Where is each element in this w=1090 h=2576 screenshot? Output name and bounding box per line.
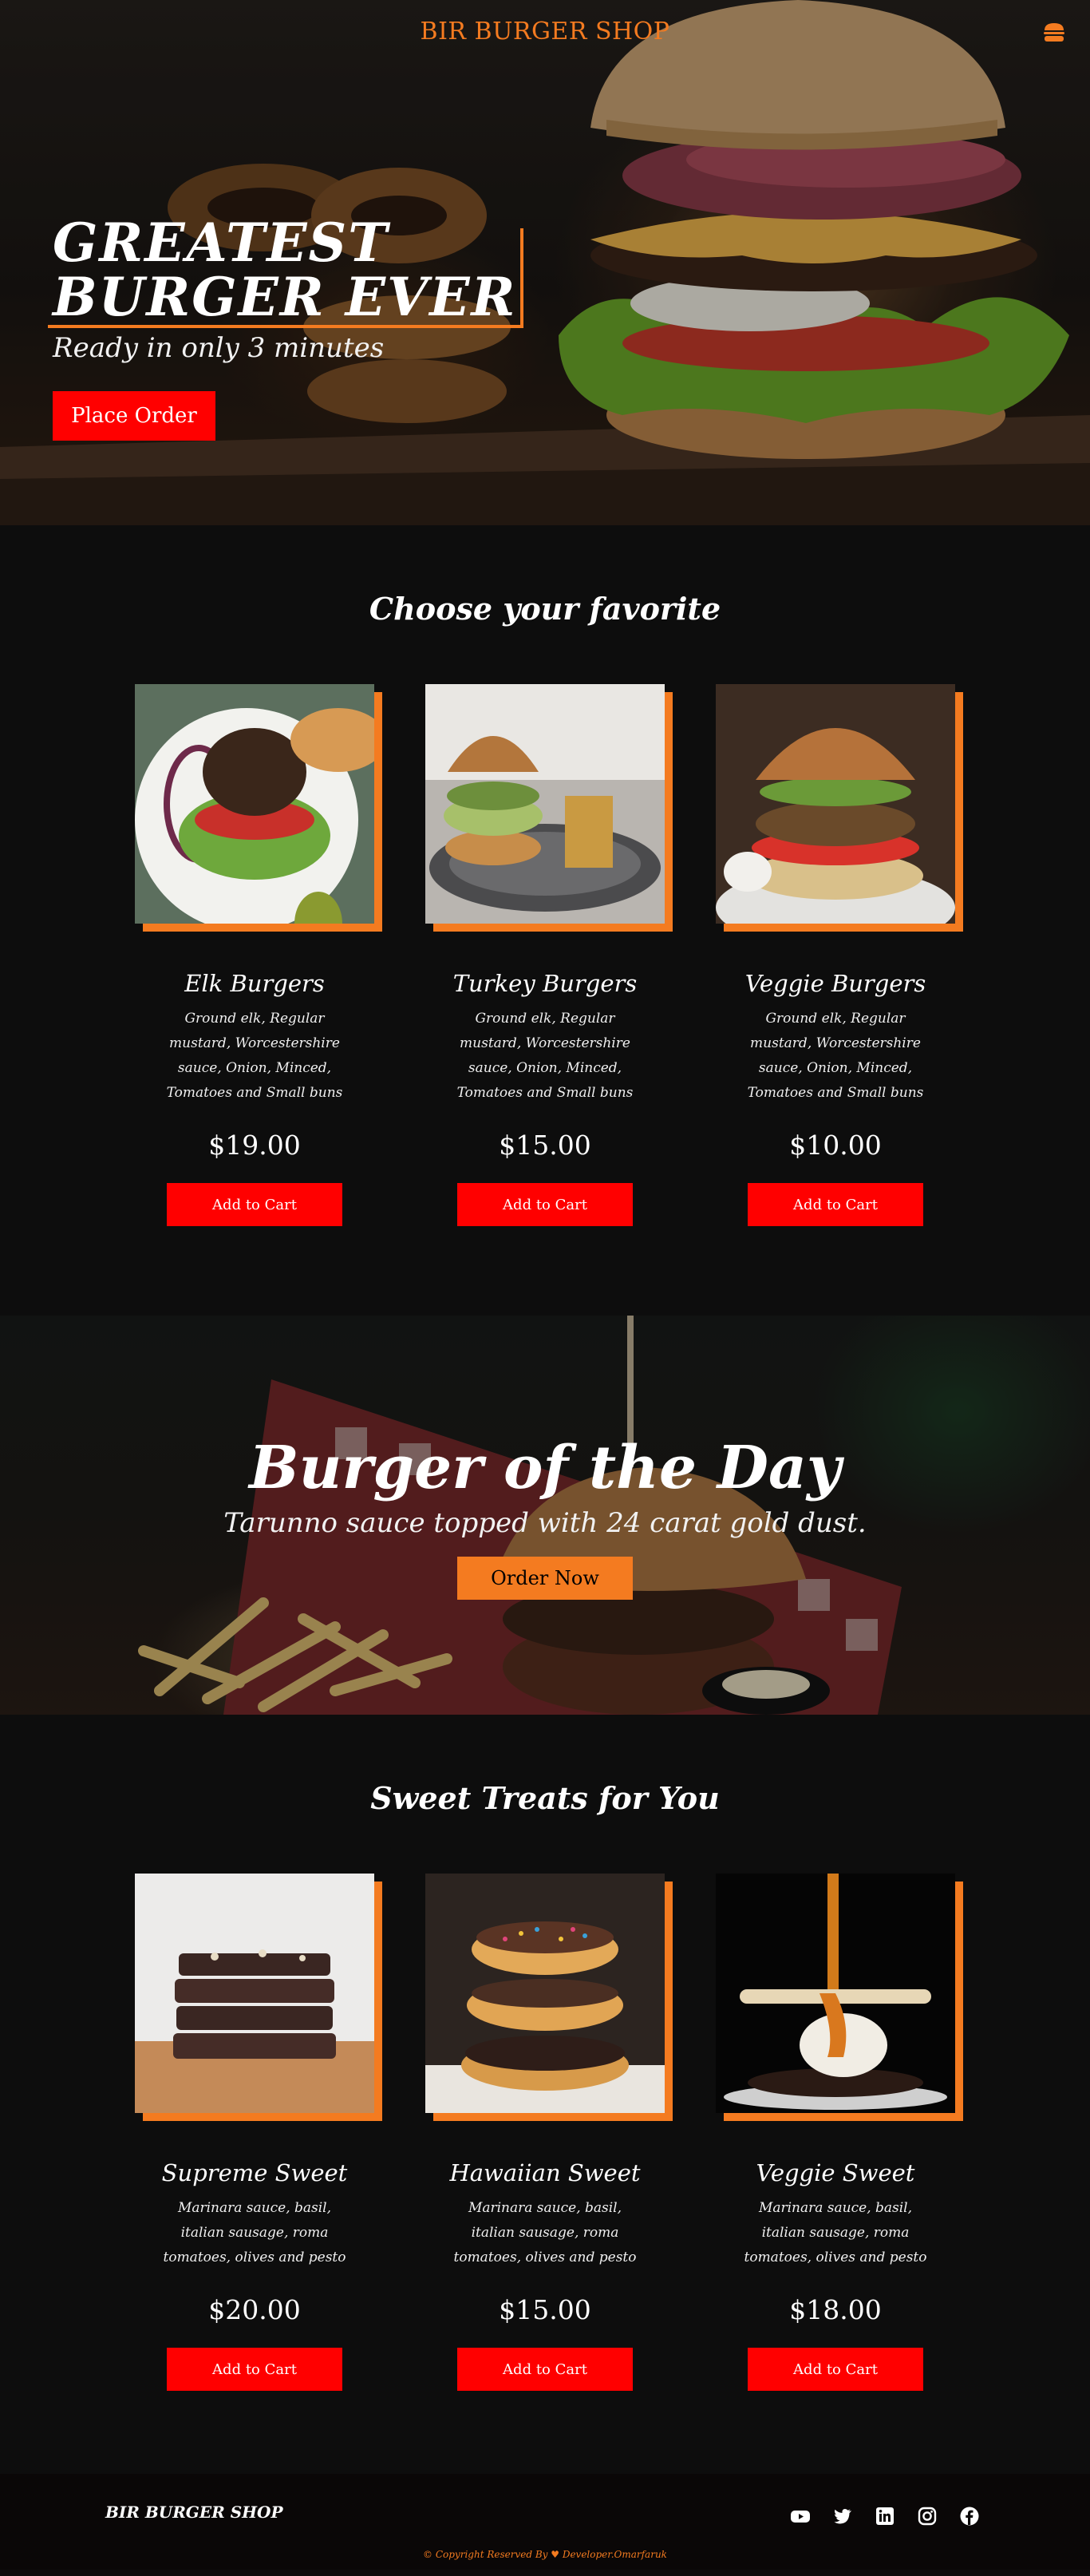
copyright-text: © Copyright Reserved By ♥ Developer.Omar… bbox=[423, 2549, 667, 2560]
social-links bbox=[790, 2506, 980, 2527]
facebook-icon[interactable] bbox=[959, 2506, 980, 2527]
section-title: Sweet Treats for You bbox=[370, 1780, 720, 1816]
sweets-section: Sweet Treats for You Supreme Sweet Marin… bbox=[0, 1715, 1090, 2391]
footer-logo[interactable]: BIR BURGER SHOP bbox=[105, 2503, 283, 2522]
favorites-list: Elk Burgers Ground elk, Regular mustard,… bbox=[0, 684, 1090, 1226]
item-description: Ground elk, Regular mustard, Worcestersh… bbox=[747, 1011, 924, 1101]
twitter-icon[interactable] bbox=[832, 2506, 853, 2527]
elk-burger-image bbox=[135, 684, 374, 924]
veggie-burger-image bbox=[716, 684, 955, 924]
item-name: Hawaiian Sweet bbox=[449, 2159, 641, 2186]
menu-card: Supreme Sweet Marinara sauce, basil, ita… bbox=[135, 1874, 382, 2391]
item-description: Marinara sauce, basil, italian sausage, … bbox=[163, 2200, 346, 2265]
menu-card: Veggie Burgers Ground elk, Regular musta… bbox=[716, 684, 963, 1226]
menu-card: Elk Burgers Ground elk, Regular mustard,… bbox=[135, 684, 382, 1226]
item-name: Turkey Burgers bbox=[452, 970, 638, 997]
item-description: Marinara sauce, basil, italian sausage, … bbox=[453, 2200, 637, 2265]
item-name: Elk Burgers bbox=[184, 970, 325, 997]
youtube-icon[interactable] bbox=[790, 2506, 811, 2527]
burger-of-the-day-subtitle: Tarunno sauce topped with 24 carat gold … bbox=[223, 1507, 867, 1539]
item-name: Veggie Sweet bbox=[756, 2159, 915, 2186]
burger-of-the-day-section: Burger of the Day Tarunno sauce topped w… bbox=[0, 1316, 1090, 1715]
menu-card: Hawaiian Sweet Marinara sauce, basil, it… bbox=[425, 1874, 673, 2391]
item-price: $18.00 bbox=[789, 2294, 882, 2325]
site-footer: BIR BURGER SHOP © Copyright Reserved By … bbox=[0, 2474, 1090, 2570]
item-price: $15.00 bbox=[499, 1130, 591, 1161]
menu-card: Turkey Burgers Ground elk, Regular musta… bbox=[425, 684, 673, 1226]
hamburger-menu-icon[interactable] bbox=[1042, 21, 1066, 45]
burger-of-the-day-title: Burger of the Day bbox=[249, 1434, 841, 1502]
item-price: $19.00 bbox=[208, 1130, 301, 1161]
add-to-cart-button[interactable]: Add to Cart bbox=[457, 2348, 633, 2391]
item-name: Supreme Sweet bbox=[161, 2159, 348, 2186]
add-to-cart-button[interactable]: Add to Cart bbox=[167, 2348, 342, 2391]
ice-cream-image bbox=[716, 1874, 955, 2113]
hero-section: BIR BURGER SHOP GREATEST BURGER EVER Rea… bbox=[0, 0, 1090, 525]
item-price: $10.00 bbox=[789, 1130, 882, 1161]
site-logo[interactable]: BIR BURGER SHOP bbox=[0, 18, 1090, 46]
instagram-icon[interactable] bbox=[917, 2506, 938, 2527]
menu-card: Veggie Sweet Marinara sauce, basil, ital… bbox=[716, 1874, 963, 2391]
add-to-cart-button[interactable]: Add to Cart bbox=[457, 1183, 633, 1226]
sweets-list: Supreme Sweet Marinara sauce, basil, ita… bbox=[0, 1874, 1090, 2391]
add-to-cart-button[interactable]: Add to Cart bbox=[748, 1183, 923, 1226]
hero-title-line-1: GREATEST bbox=[53, 212, 389, 274]
item-price: $20.00 bbox=[208, 2294, 301, 2325]
hero-title: GREATEST BURGER EVER bbox=[53, 216, 516, 324]
hero-subtitle: Ready in only 3 minutes bbox=[53, 332, 385, 364]
hero-title-line-2: BURGER EVER bbox=[53, 266, 517, 328]
add-to-cart-button[interactable]: Add to Cart bbox=[167, 1183, 342, 1226]
item-price: $15.00 bbox=[499, 2294, 591, 2325]
item-description: Marinara sauce, basil, italian sausage, … bbox=[744, 2200, 927, 2265]
donut-image bbox=[425, 1874, 665, 2113]
item-description: Ground elk, Regular mustard, Worcestersh… bbox=[166, 1011, 343, 1101]
add-to-cart-button[interactable]: Add to Cart bbox=[748, 2348, 923, 2391]
item-description: Ground elk, Regular mustard, Worcestersh… bbox=[456, 1011, 634, 1101]
brownie-image bbox=[135, 1874, 374, 2113]
section-title: Choose your favorite bbox=[369, 591, 721, 627]
linkedin-icon[interactable] bbox=[875, 2506, 895, 2527]
order-now-button[interactable]: Order Now bbox=[457, 1557, 633, 1600]
turkey-burger-image bbox=[425, 684, 665, 924]
item-name: Veggie Burgers bbox=[744, 970, 926, 997]
favorites-section: Choose your favorite Elk Burgers Ground … bbox=[0, 525, 1090, 1226]
place-order-button[interactable]: Place Order bbox=[53, 391, 215, 441]
